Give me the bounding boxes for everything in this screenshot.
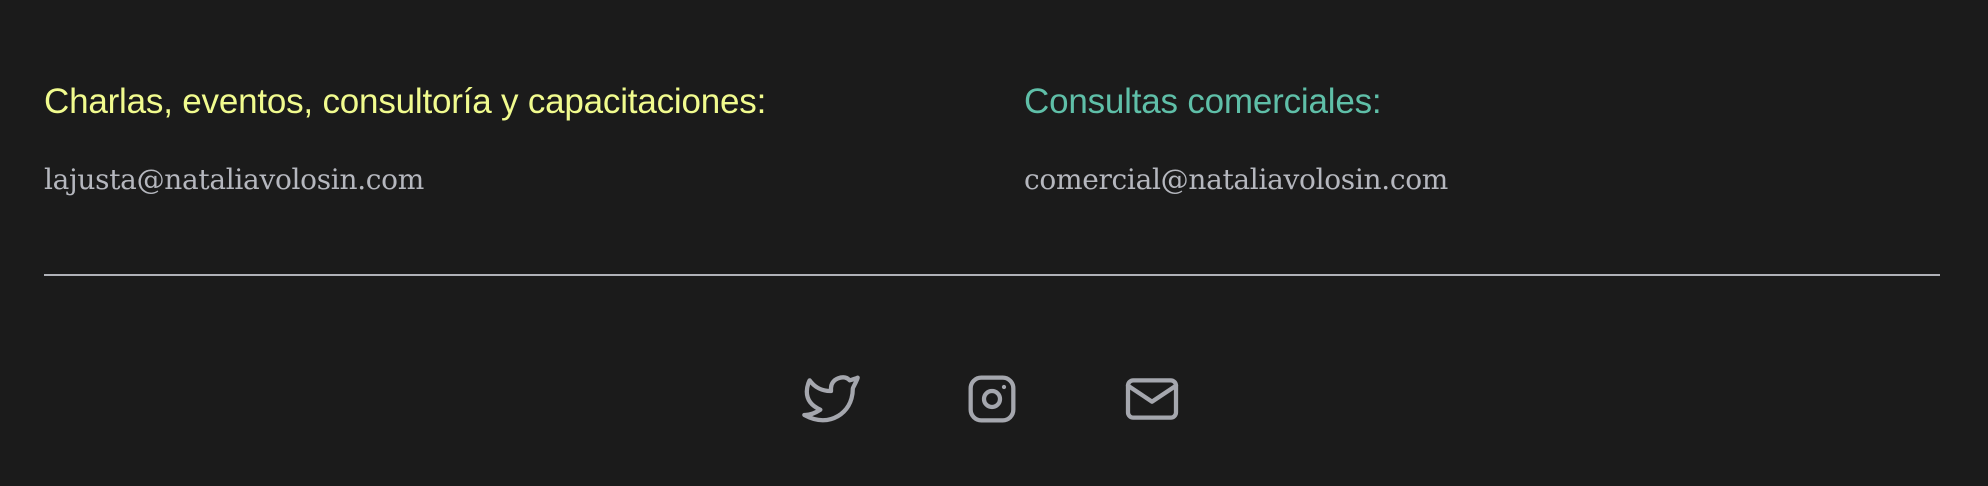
mail-icon (1125, 378, 1179, 420)
contact-heading-talks: Charlas, eventos, consultoría y capacita… (44, 82, 767, 121)
twitter-link[interactable] (796, 364, 866, 434)
contact-commercial: Consultas comerciales: comercial@natalia… (1024, 80, 1448, 198)
site-footer: Charlas, eventos, consultoría y capacita… (0, 0, 1988, 486)
email-link-lajusta[interactable]: lajusta@nataliavolosin.com (44, 162, 766, 198)
email-link-icon[interactable] (1117, 364, 1187, 434)
twitter-icon (802, 375, 860, 423)
footer-divider (44, 274, 1940, 276)
contact-heading-commercial: Consultas comerciales: (1024, 82, 1382, 121)
social-links (0, 364, 1988, 434)
email-link-comercial[interactable]: comercial@nataliavolosin.com (1024, 162, 1448, 198)
instagram-link[interactable] (957, 364, 1027, 434)
contact-talks-events: Charlas, eventos, consultoría y capacita… (44, 80, 766, 198)
instagram-icon (968, 375, 1016, 423)
